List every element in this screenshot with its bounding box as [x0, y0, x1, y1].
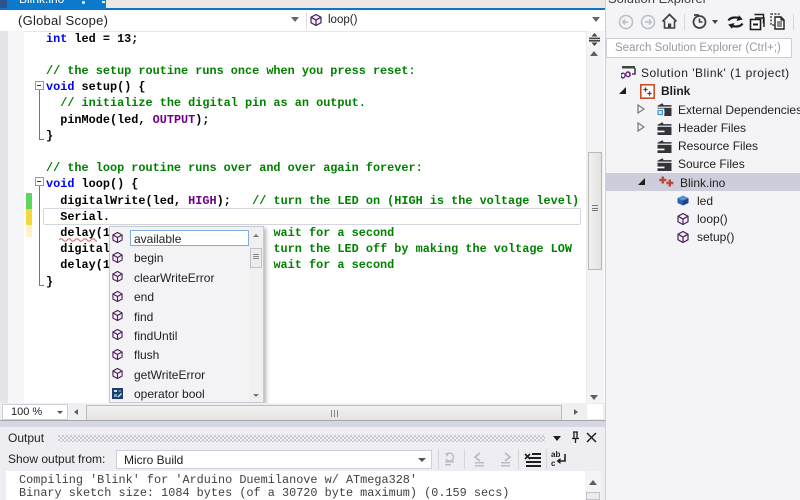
- svg-text:c: c: [551, 459, 556, 468]
- svg-text:ab: ab: [551, 450, 560, 459]
